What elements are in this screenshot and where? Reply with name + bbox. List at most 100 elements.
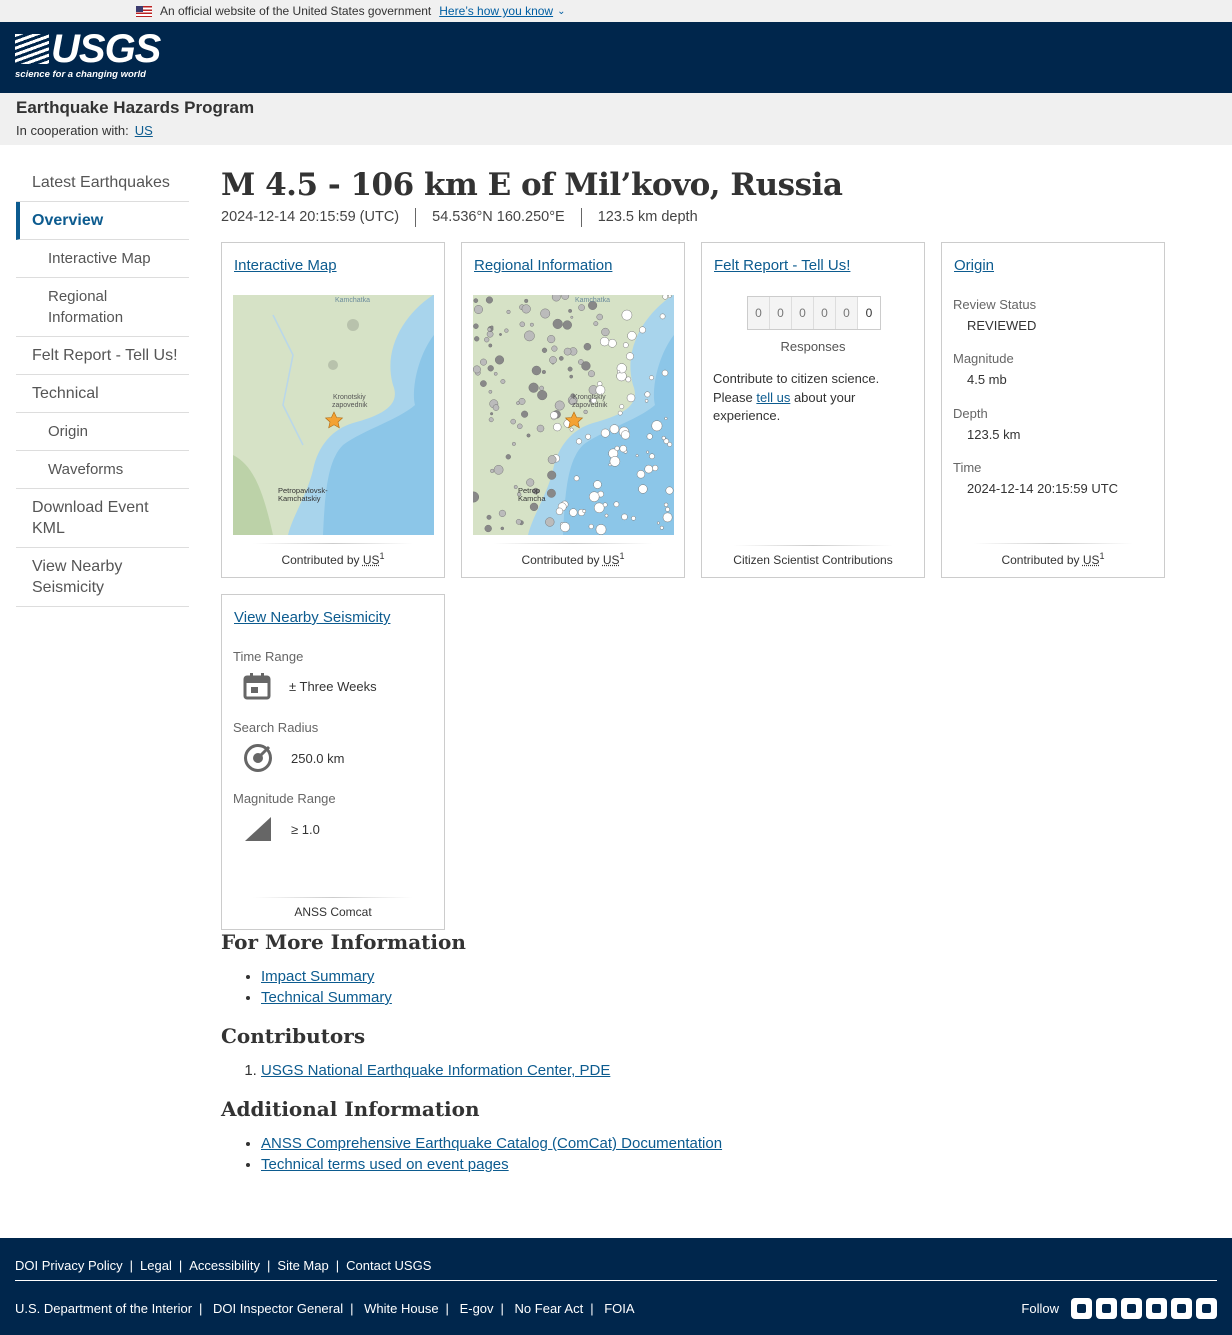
contributors-list: USGS National Earthquake Information Cen… — [261, 1060, 722, 1081]
nav-waveforms[interactable]: Waveforms — [16, 451, 189, 489]
earthquake-dot — [474, 305, 483, 314]
earthquake-dot — [639, 326, 646, 334]
earthquake-dot — [664, 416, 668, 421]
doi-privacy-link[interactable]: DOI Privacy Policy — [15, 1258, 123, 1273]
accessibility-link[interactable]: Accessibility — [189, 1258, 260, 1273]
comcat-docs-link[interactable]: ANSS Comprehensive Earthquake Catalog (C… — [261, 1135, 722, 1152]
earthquake-dot — [581, 361, 591, 371]
white-house-link[interactable]: White House — [364, 1301, 438, 1316]
nav-latest-earthquakes[interactable]: Latest Earthquakes — [16, 164, 189, 202]
earthquake-dot — [490, 325, 494, 329]
earthquake-dot — [625, 376, 632, 383]
contact-usgs-link[interactable]: Contact USGS — [346, 1258, 431, 1273]
earthquake-dot — [638, 484, 648, 494]
nav-regional-information[interactable]: Regional Information — [16, 278, 189, 337]
no-fear-act-link[interactable]: No Fear Act — [515, 1301, 584, 1316]
earthquake-dot — [567, 366, 573, 372]
technical-terms-link[interactable]: Technical terms used on event pages — [261, 1156, 509, 1173]
legal-link[interactable]: Legal — [140, 1258, 172, 1273]
usgs-waves-icon — [15, 34, 49, 64]
felt-report-card[interactable]: Felt Report - Tell Us! 0 0 0 0 0 0 Respo… — [701, 242, 925, 578]
calendar-icon — [243, 673, 271, 700]
us-flag-icon — [136, 5, 152, 17]
egov-link[interactable]: E-gov — [460, 1301, 494, 1316]
doi-link[interactable]: U.S. Department of the Interior — [15, 1301, 192, 1316]
nav-interactive-map[interactable]: Interactive Map — [16, 240, 189, 278]
earthquake-dot — [529, 322, 534, 327]
counter-digit: 0 — [748, 297, 770, 329]
nearby-seismicity-link[interactable]: View Nearby Seismicity — [234, 609, 390, 626]
youtube-icon[interactable] — [1171, 1297, 1192, 1319]
radius-target-icon — [244, 744, 272, 772]
earthquake-dot — [484, 524, 492, 533]
regional-card-footer: Contributed by US1 — [462, 543, 684, 567]
twitter-icon[interactable] — [1071, 1297, 1092, 1319]
regional-information-link[interactable]: Regional Information — [474, 257, 612, 274]
github-icon[interactable] — [1121, 1297, 1142, 1319]
nav-felt-report[interactable]: Felt Report - Tell Us! — [16, 337, 189, 375]
nav-download-kml[interactable]: Download Event KML — [16, 489, 189, 548]
list-item: USGS National Earthquake Information Cen… — [261, 1060, 722, 1081]
earthquake-dot — [646, 433, 653, 440]
earthquake-dot — [539, 385, 545, 391]
interactive-map-thumbnail[interactable]: Kamchatka Kronotskiy zapovednik Petropav… — [233, 295, 434, 535]
felt-report-link[interactable]: Felt Report - Tell Us! — [714, 257, 850, 274]
nav-nearby-seismicity[interactable]: View Nearby Seismicity — [16, 548, 189, 607]
heres-how-you-know-link[interactable]: Here’s how you know — [439, 4, 553, 18]
earthquake-dot — [537, 390, 548, 401]
nav-origin[interactable]: Origin — [16, 413, 189, 451]
event-title: M 4.5 - 106 km E of Mil’kovo, Russia — [221, 167, 843, 203]
earthquake-dot — [536, 424, 545, 433]
neic-contributor-link[interactable]: USGS National Earthquake Information Cen… — [261, 1062, 610, 1079]
facebook-icon[interactable] — [1096, 1297, 1117, 1319]
site-footer: DOI Privacy Policy | Legal | Accessibility… — [0, 1238, 1232, 1335]
earthquake-dot — [652, 464, 659, 472]
origin-card-footer: Contributed by US1 — [942, 543, 1164, 567]
map-image: Kamchatka Kronotskiy zapovednik Petropav… — [233, 295, 434, 535]
origin-card[interactable]: Origin Review Status REVIEWED Magnitude … — [941, 242, 1165, 578]
inspector-general-link[interactable]: DOI Inspector General — [213, 1301, 343, 1316]
contributor-us-abbr: US — [602, 553, 620, 567]
chevron-down-icon[interactable]: ⌄ — [557, 6, 565, 17]
nav-overview[interactable]: Overview — [16, 202, 189, 240]
earthquake-dot — [569, 508, 578, 517]
tell-us-link[interactable]: tell us — [756, 390, 790, 405]
earthquake-dot — [613, 501, 620, 508]
site-title-link[interactable]: Earthquake Hazards Program — [16, 98, 1232, 118]
nearby-seismicity-card[interactable]: View Nearby Seismicity Time Range ± Thre… — [221, 594, 445, 930]
earthquake-dot — [486, 514, 492, 520]
earthquake-dot — [659, 313, 666, 320]
interactive-map-link[interactable]: Interactive Map — [234, 257, 337, 274]
earthquake-dot — [551, 345, 558, 352]
earthquake-dot — [487, 327, 492, 332]
earthquake-dot — [585, 433, 591, 440]
foia-link[interactable]: FOIA — [604, 1301, 634, 1316]
earthquake-dot — [609, 424, 620, 434]
flickr-icon[interactable] — [1146, 1297, 1167, 1319]
gov-banner-text: An official website of the United States… — [160, 4, 432, 18]
coop-us-link[interactable]: US — [135, 123, 153, 138]
earthquake-dot — [547, 335, 556, 344]
impact-summary-link[interactable]: Impact Summary — [261, 968, 374, 985]
map-label-city-2: Kamchatskiy — [278, 494, 321, 503]
earthquake-dot — [528, 382, 539, 393]
regional-information-card[interactable]: Regional Information Kamchatka Kronotski… — [461, 242, 685, 578]
earthquake-dot — [541, 347, 548, 353]
earthquake-dot — [488, 417, 494, 423]
usgs-logo[interactable]: USGS science for a changing world — [15, 29, 161, 80]
earthquake-dot — [578, 304, 585, 311]
nav-technical[interactable]: Technical — [16, 375, 189, 413]
technical-summary-link[interactable]: Technical Summary — [261, 989, 392, 1006]
instagram-icon[interactable] — [1196, 1297, 1217, 1319]
regional-map-thumbnail[interactable]: Kamchatka Kronotskiy zapovednik Petrop K… — [473, 295, 674, 535]
earthquake-dot — [500, 379, 506, 384]
earthquake-dot — [593, 321, 599, 327]
logo-tagline: science for a changing world — [15, 69, 146, 80]
interactive-map-card[interactable]: Interactive Map Kamchatka Kronotskiy zap — [221, 242, 445, 578]
event-time: 2024-12-14 20:15:59 (UTC) — [221, 209, 400, 225]
earthquake-dot — [540, 308, 551, 319]
origin-link[interactable]: Origin — [954, 257, 994, 274]
earthquake-dot — [515, 518, 522, 525]
site-map-link[interactable]: Site Map — [277, 1258, 328, 1273]
earthquake-dot — [662, 295, 669, 300]
